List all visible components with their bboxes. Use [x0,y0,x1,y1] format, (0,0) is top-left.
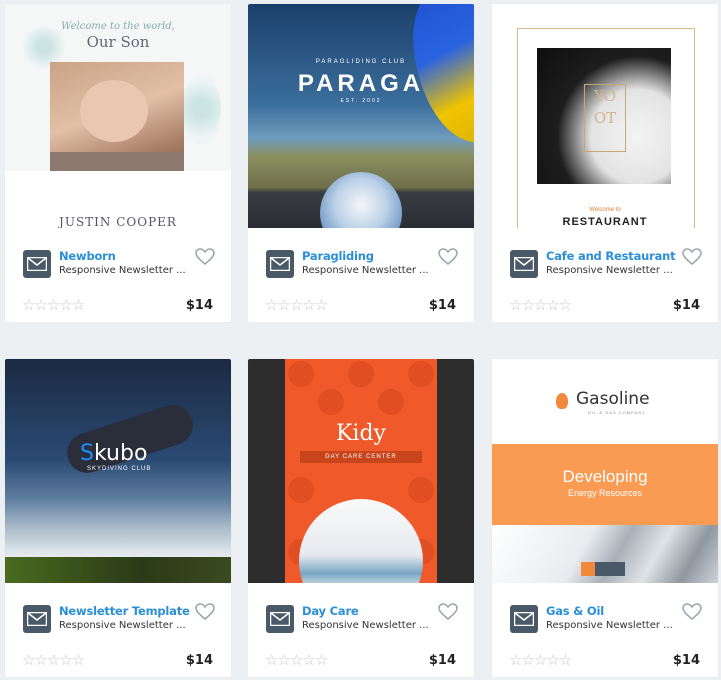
card-info: Newsletter Template Responsive Newslette… [5,583,231,677]
preview-footer-name: JUSTIN COOPER [59,215,177,228]
preview-name-text: Our Son [86,33,150,51]
rating-stars[interactable]: ☆☆☆☆☆ [22,296,85,314]
preview-hero-sub: Energy Resources [567,488,643,498]
card-info: Newborn Responsive Newsletter ... ☆☆☆☆☆ … [5,228,231,322]
price: $14 [672,653,700,668]
preview-logo-text: YO OT [584,84,626,152]
price: $14 [185,653,213,668]
template-subtitle: Responsive Newsletter ... [59,265,186,276]
heart-icon[interactable] [195,248,215,266]
template-preview[interactable]: YO OT Welcome to RESTAURANT [492,4,718,228]
template-subtitle: Responsive Newsletter ... [302,620,429,631]
envelope-icon [266,250,294,278]
preview-hero-text: Developing [562,467,648,486]
heart-icon[interactable] [438,248,458,266]
template-preview[interactable]: Kidy DAY CARE CENTER [248,359,474,583]
preview-logo-text: Gasoline [576,389,650,409]
template-title[interactable]: Gas & Oil [546,604,604,618]
template-card-day-care[interactable]: Kidy DAY CARE CENTER Day Care Responsive… [248,359,474,677]
preview-brand-text: PARAGA [297,70,425,97]
template-preview[interactable]: Skubo SKYDIVING CLUB [5,359,231,583]
preview-heading-text: RESTAURANT [562,216,648,228]
rating-stars[interactable]: ☆☆☆☆☆ [22,651,85,669]
template-card-paragliding[interactable]: PARAGLIDING CLUB PARAGA EST. 2002 Paragl… [248,4,474,322]
heart-icon[interactable] [682,603,702,621]
preview-tag-text: OIL & GAS COMPANY [588,410,646,415]
flame-icon [556,393,568,409]
sky-photo [320,172,402,228]
preview-est-text: EST. 2002 [340,98,382,104]
template-subtitle: Responsive Newsletter ... [302,265,429,276]
preview-welcome-text: Welcome to [589,207,621,213]
envelope-icon [510,605,538,633]
preview-sub-text: SKYDIVING CLUB [87,466,152,472]
preview-brand-text: Kidy [336,421,386,446]
template-title[interactable]: Newborn [59,249,116,263]
heart-icon[interactable] [682,248,702,266]
template-title[interactable]: Paragliding [302,249,374,263]
price: $14 [185,298,213,313]
template-subtitle: Responsive Newsletter ... [546,620,673,631]
price: $14 [428,653,456,668]
price: $14 [428,298,456,313]
template-card-gas-oil[interactable]: Gasoline OIL & GAS COMPANY Developing En… [492,359,718,677]
rating-stars[interactable]: ☆☆☆☆☆ [509,651,572,669]
template-preview[interactable]: PARAGLIDING CLUB PARAGA EST. 2002 [248,4,474,228]
card-info: Cafe and Restaurant Responsive Newslette… [492,228,718,322]
template-card-newborn[interactable]: Welcome to the world, Our Son JUSTIN COO… [5,4,231,322]
template-subtitle: Responsive Newsletter ... [59,620,186,631]
preview-band-text: DAY CARE CENTER [300,451,422,463]
envelope-icon [23,605,51,633]
template-preview[interactable]: Welcome to the world, Our Son JUSTIN COO… [5,4,231,228]
card-info: Gas & Oil Responsive Newsletter ... ☆☆☆☆… [492,583,718,677]
template-title[interactable]: Day Care [302,604,359,618]
envelope-icon [266,605,294,633]
template-subtitle: Responsive Newsletter ... [546,265,673,276]
template-title[interactable]: Newsletter Template [59,604,190,618]
preview-brand-text: Skubo [80,441,148,466]
rating-stars[interactable]: ☆☆☆☆☆ [265,296,328,314]
price: $14 [672,298,700,313]
preview-club-text: PARAGLIDING CLUB [315,59,407,65]
preview-welcome-text: Welcome to the world, [61,21,175,32]
envelope-icon [510,250,538,278]
card-info: Day Care Responsive Newsletter ... ☆☆☆☆☆… [248,583,474,677]
card-info: Paragliding Responsive Newsletter ... ☆☆… [248,228,474,322]
template-title[interactable]: Cafe and Restaurant [546,249,676,263]
template-card-newsletter-template[interactable]: Skubo SKYDIVING CLUB Newsletter Template… [5,359,231,677]
rating-stars[interactable]: ☆☆☆☆☆ [265,651,328,669]
envelope-icon [23,250,51,278]
rating-stars[interactable]: ☆☆☆☆☆ [509,296,572,314]
heart-icon[interactable] [195,603,215,621]
heart-icon[interactable] [438,603,458,621]
template-card-cafe-restaurant[interactable]: YO OT Welcome to RESTAURANT Cafe and Res… [492,4,718,322]
template-preview[interactable]: Gasoline OIL & GAS COMPANY Developing En… [492,359,718,583]
